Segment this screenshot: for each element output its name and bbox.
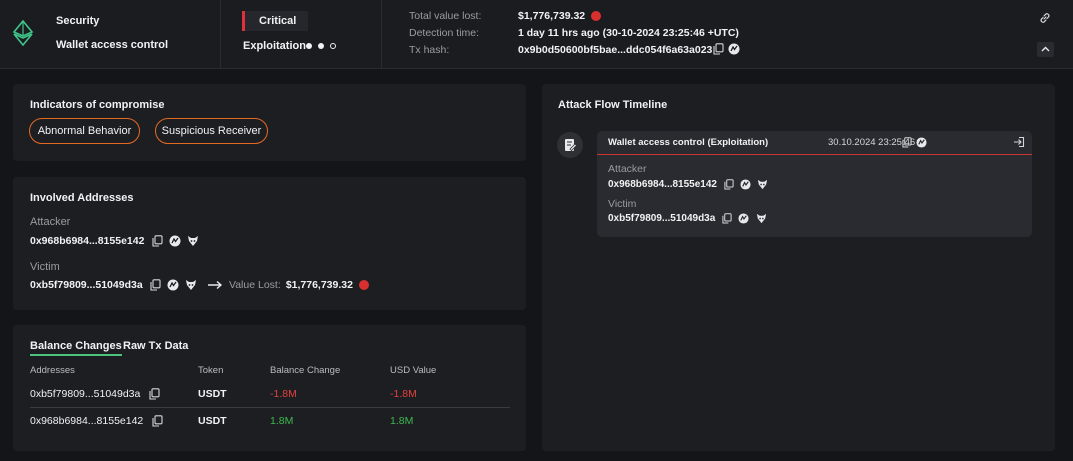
attack-flow-timeline-panel: Attack Flow Timeline Wallet access contr… [542,84,1055,451]
incident-header: Security Wallet access control Critical … [0,0,1073,69]
stage-dot-pending [330,43,336,50]
copy-icon[interactable] [150,279,161,291]
copy-icon[interactable] [724,178,734,190]
copy-icon[interactable] [902,137,912,148]
value-lost-amount: $1,776,739.32 [285,279,353,291]
fox-icon[interactable] [756,213,767,224]
table-row: 0x968b6984...8155e142 USDT 1.8M 1.8M [13,409,526,435]
loss-indicator-icon [591,11,602,22]
event-victim-address[interactable]: 0xb5f79809...51049d3a [608,213,715,224]
copy-icon[interactable] [152,415,163,427]
indicators-panel: Indicators of compromise Abnormal Behavi… [13,84,526,161]
victim-row: 0xb5f79809...51049d3a Value Lost: $1,776… [30,279,370,291]
column-header-balance-change: Balance Change [270,365,341,376]
total-value-lost-label: Total value lost: [409,10,482,22]
row-address-text: 0x968b6984...8155e142 [30,415,144,427]
chevron-up-icon [1041,46,1050,52]
row-divider [30,407,510,408]
attacker-address[interactable]: 0x968b6984...8155e142 [30,235,144,247]
fox-icon[interactable] [187,235,199,247]
tx-hash[interactable]: 0x9b0d50600bf5bae...ddc054f6a63a023 [518,44,712,56]
copy-icon[interactable] [722,212,732,224]
row-usd-value: -1.8M [390,388,417,400]
explorer-icon[interactable] [738,213,749,224]
stage-dot-complete [318,43,324,50]
copy-icon[interactable] [149,388,160,400]
stage-label: Exploitation [243,40,306,52]
fox-icon[interactable] [185,279,197,291]
loss-indicator-icon [359,280,370,291]
severity-badge: Critical [242,11,308,31]
tab-balance-changes[interactable]: Balance Changes [30,340,122,356]
card-accent-divider [597,154,1032,155]
header-divider [381,0,382,68]
event-attacker-label: Attacker [608,163,647,175]
total-value-lost-amount: $1,776,739.32 [518,10,586,22]
column-header-usd-value: USD Value [390,365,437,376]
event-stage: (Exploitation) [707,137,769,148]
tx-hash-label: Tx hash: [409,44,450,56]
victim-label: Victim [30,261,60,273]
detection-time-label: Detection time: [409,27,480,39]
arrow-right-icon [207,281,222,290]
row-token: USDT [198,415,227,427]
collapse-button[interactable] [1037,42,1054,57]
event-attacker-row: 0x968b6984...8155e142 [608,178,768,190]
stage-progress [306,40,342,52]
indicator-pill-suspicious-receiver[interactable]: Suspicious Receiver [155,118,268,144]
victim-address[interactable]: 0xb5f79809...51049d3a [30,279,143,291]
row-usd-value: 1.8M [390,415,414,427]
column-header-addresses: Addresses [30,365,75,376]
row-balance-change: 1.8M [270,415,294,427]
table-row: 0xb5f79809...51049d3a USDT -1.8M -1.8M [13,381,526,407]
involved-addresses-title: Involved Addresses [30,192,134,204]
row-address[interactable]: 0xb5f79809...51049d3a [30,388,160,400]
involved-addresses-panel: Involved Addresses Attacker 0x968b6984..… [13,177,526,310]
attack-type-label: Wallet access control [56,39,169,51]
indicators-title: Indicators of compromise [30,99,165,111]
event-victim-label: Victim [608,198,637,210]
explorer-icon[interactable] [916,137,927,148]
timeline-node [557,132,583,158]
explorer-icon[interactable] [167,279,179,291]
document-edit-icon [565,139,578,152]
attacker-row: 0x968b6984...8155e142 [30,235,199,247]
column-header-token: Token [198,365,224,376]
header-divider [220,0,221,68]
ethereum-logo-icon [12,20,34,46]
event-heading: Wallet access control (Exploitation) [608,137,768,148]
event-attacker-address[interactable]: 0x968b6984...8155e142 [608,179,717,190]
indicator-pill-abnormal-behavior[interactable]: Abnormal Behavior [29,118,140,144]
row-token: USDT [198,388,227,400]
timeline-event-card[interactable]: Wallet access control (Exploitation) 30.… [597,131,1032,237]
copy-icon[interactable] [713,43,724,55]
row-address[interactable]: 0x968b6984...8155e142 [30,415,163,427]
row-balance-change: -1.8M [270,388,297,400]
open-detail-icon[interactable] [1013,136,1025,148]
timeline-title: Attack Flow Timeline [558,99,668,111]
detection-time: 1 day 11 hrs ago (30-10-2024 23:25:46 +U… [518,27,739,39]
explorer-icon[interactable] [169,235,181,247]
event-victim-row: 0xb5f79809...51049d3a [608,212,767,224]
row-address-text: 0xb5f79809...51049d3a [30,388,141,400]
tab-raw-tx-data[interactable]: Raw Tx Data [123,340,188,352]
category-label: Security [56,15,100,27]
stage-dot-complete [306,43,312,50]
explorer-icon[interactable] [740,179,751,190]
event-title: Wallet access control [608,137,705,148]
total-value-lost: $1,776,739.32 [518,10,602,22]
value-lost-label: Value Lost: [228,279,281,291]
fox-icon[interactable] [757,179,768,190]
explorer-icon[interactable] [728,43,740,55]
attacker-label: Attacker [30,216,71,228]
link-icon[interactable] [1039,12,1051,24]
copy-icon[interactable] [151,235,163,247]
balance-panel: Balance Changes Raw Tx Data Addresses To… [13,325,526,451]
